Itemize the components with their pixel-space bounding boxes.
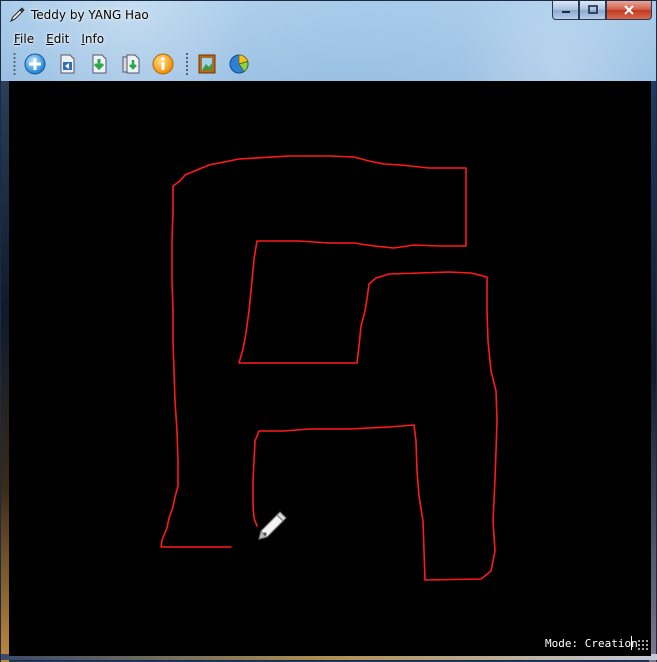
image-button[interactable] (194, 51, 220, 77)
app-window: Teddy by YANG Hao File Edit Info Mode: C… (0, 0, 657, 662)
window-title: Teddy by YANG Hao (31, 8, 149, 22)
open-file-icon (60, 54, 75, 74)
export-file-icon (122, 54, 140, 74)
close-button[interactable] (606, 1, 652, 20)
drawing-canvas[interactable]: Mode: Creation (9, 81, 651, 656)
minimize-icon (561, 11, 570, 13)
minimize-button[interactable] (552, 1, 579, 20)
chart-button[interactable] (226, 51, 252, 77)
window-controls (552, 1, 652, 21)
menu-edit[interactable]: Edit (41, 30, 74, 50)
menu-edit-accel: E (46, 32, 54, 46)
menu-edit-rest: dit (53, 32, 70, 46)
sketch-stroke (160, 155, 498, 581)
menu-file-rest: ile (20, 32, 35, 46)
menu-file[interactable]: File (9, 30, 39, 50)
title-bar[interactable]: Teddy by YANG Hao (1, 1, 657, 29)
resize-grip[interactable] (637, 639, 649, 651)
window-border-left (1, 81, 9, 662)
maximize-icon (587, 5, 598, 14)
new-plus-icon (24, 53, 46, 75)
menu-bar: File Edit Info (9, 30, 111, 50)
export-button[interactable] (118, 51, 144, 77)
close-icon (624, 5, 634, 15)
open-button[interactable] (54, 51, 80, 77)
pen-app-icon (9, 7, 25, 23)
image-picture-icon (198, 54, 216, 74)
save-file-icon (92, 54, 107, 74)
info-icon (152, 53, 174, 75)
status-caret (631, 636, 632, 650)
maximize-button[interactable] (579, 1, 606, 20)
menu-info[interactable]: Info (76, 30, 109, 50)
toolbar-grip[interactable] (13, 52, 16, 76)
new-button[interactable] (22, 51, 48, 77)
toolbar (9, 49, 258, 79)
pie-chart-icon (229, 54, 249, 74)
toolbar-separator (186, 52, 188, 76)
info-button[interactable] (150, 51, 176, 77)
menu-info-rest: nfo (84, 32, 105, 46)
save-button[interactable] (86, 51, 112, 77)
red-stroke-path (160, 155, 498, 581)
pen-cursor-icon (258, 511, 287, 540)
status-mode-text: Mode: Creation (545, 637, 638, 650)
